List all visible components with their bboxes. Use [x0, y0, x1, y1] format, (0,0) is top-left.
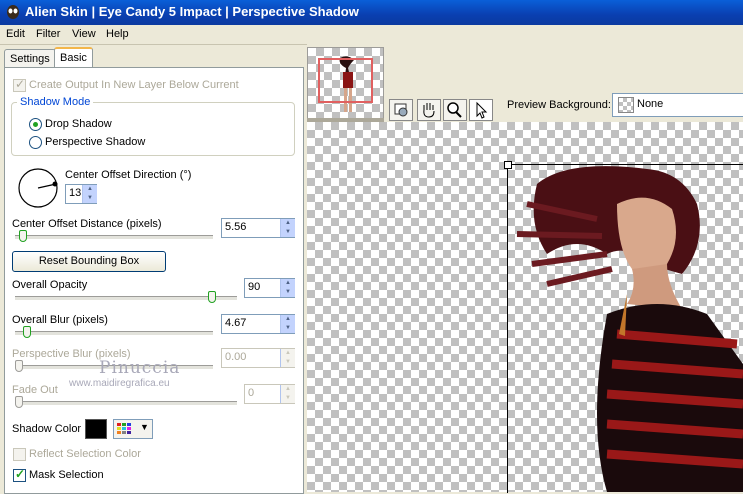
- spin-down-icon[interactable]: ▼: [280, 358, 295, 367]
- spin-down-icon[interactable]: ▼: [82, 194, 97, 203]
- zoom-tool-button[interactable]: [443, 99, 467, 121]
- reset-bounding-box-button[interactable]: Reset Bounding Box: [12, 251, 166, 272]
- overall-blur-slider-track[interactable]: [15, 331, 213, 336]
- overall-blur-input[interactable]: 4.67 ▲ ▼: [221, 314, 295, 334]
- chevron-down-icon: ▼: [140, 422, 149, 432]
- center-offset-direction-input[interactable]: 13 ▲ ▼: [65, 184, 97, 204]
- spin-up-icon[interactable]: ▲: [280, 315, 295, 324]
- mask-selection-checkbox[interactable]: ✓: [13, 467, 26, 482]
- preview-area: Preview Background: None: [307, 44, 743, 493]
- perspective-shadow-label: Perspective Shadow: [45, 136, 146, 148]
- subject-image: [516, 166, 743, 492]
- mask-selection-label: Mask Selection: [29, 469, 104, 481]
- drop-shadow-label: Drop Shadow: [45, 118, 112, 130]
- spin-up-icon[interactable]: ▲: [82, 185, 97, 194]
- menu-bar: Edit Filter View Help: [0, 25, 743, 45]
- reflect-selection-color-label: Reflect Selection Color: [29, 448, 141, 460]
- overall-blur-label: Overall Blur (pixels): [12, 314, 108, 326]
- perspective-shadow-radio[interactable]: [29, 136, 42, 149]
- alien-skin-logo-icon: [7, 5, 19, 19]
- shadow-color-swatch[interactable]: [84, 418, 108, 440]
- overall-opacity-label: Overall Opacity: [12, 279, 88, 291]
- basic-tab-body: ✓ Create Output In New Layer Below Curre…: [4, 67, 304, 494]
- navigator-toggle-button[interactable]: [389, 99, 413, 121]
- fade-out-slider-thumb[interactable]: [15, 396, 23, 408]
- spin-up-icon[interactable]: ▲: [280, 349, 295, 358]
- perspective-blur-slider-thumb[interactable]: [15, 360, 23, 372]
- settings-panel: Settings Basic ✓ Create Output In New La…: [0, 44, 305, 494]
- watermark-signature: Pinuccia: [99, 358, 181, 378]
- spin-up-icon[interactable]: ▲: [280, 219, 295, 228]
- hand-tool-icon: [423, 103, 435, 118]
- shadow-mode-title: Shadow Mode: [17, 96, 94, 108]
- spin-down-icon[interactable]: ▼: [280, 394, 295, 403]
- shadow-color-label: Shadow Color: [12, 423, 82, 435]
- color-picker-dropdown[interactable]: ▼: [113, 419, 153, 439]
- menu-help[interactable]: Help: [106, 28, 129, 40]
- fade-out-input[interactable]: 0 ▲ ▼: [244, 384, 295, 404]
- tab-settings[interactable]: Settings: [4, 49, 56, 68]
- reflect-selection-color-checkbox[interactable]: [13, 448, 26, 461]
- overall-opacity-slider-track[interactable]: [15, 296, 237, 301]
- spin-down-icon[interactable]: ▼: [280, 228, 295, 237]
- menu-filter[interactable]: Filter: [36, 28, 60, 40]
- preview-background-label: Preview Background:: [507, 99, 611, 111]
- zoom-tool-icon: [447, 102, 462, 118]
- fade-out-slider-track[interactable]: [15, 401, 237, 406]
- select-arrow-icon: [476, 101, 488, 119]
- spin-up-icon[interactable]: ▲: [280, 385, 295, 394]
- spin-down-icon[interactable]: ▼: [280, 324, 295, 333]
- watermark-url: www.maidiregrafica.eu: [69, 378, 170, 389]
- navigator-icon: [394, 103, 408, 117]
- overall-opacity-input[interactable]: 90 ▲ ▼: [244, 278, 295, 298]
- menu-edit[interactable]: Edit: [6, 28, 25, 40]
- center-offset-distance-input[interactable]: 5.56 ▲ ▼: [221, 218, 295, 238]
- fade-out-label: Fade Out: [12, 384, 58, 396]
- overall-blur-slider-thumb[interactable]: [22, 326, 31, 338]
- overall-opacity-slider-thumb[interactable]: [207, 291, 216, 303]
- center-offset-distance-slider-track[interactable]: [15, 235, 213, 240]
- tab-basic[interactable]: Basic: [54, 47, 93, 69]
- hand-tool-button[interactable]: [417, 99, 441, 121]
- menu-view[interactable]: View: [72, 28, 96, 40]
- perspective-blur-input[interactable]: 0.00 ▲ ▼: [221, 348, 295, 368]
- navigator-thumbnail[interactable]: [307, 47, 384, 123]
- create-output-checkbox[interactable]: ✓: [13, 77, 26, 92]
- center-offset-distance-slider-thumb[interactable]: [18, 230, 27, 242]
- window-title: Alien Skin | Eye Candy 5 Impact | Perspe…: [25, 4, 359, 19]
- spin-up-icon[interactable]: ▲: [280, 279, 295, 288]
- preview-canvas[interactable]: [307, 122, 743, 493]
- spin-down-icon[interactable]: ▼: [280, 288, 295, 297]
- title-bar: Alien Skin | Eye Candy 5 Impact | Perspe…: [0, 0, 743, 25]
- preview-background-select[interactable]: None: [612, 93, 743, 117]
- select-tool-button[interactable]: [469, 99, 493, 121]
- navigator-viewport-rect[interactable]: [318, 58, 373, 103]
- direction-dial[interactable]: [17, 167, 59, 209]
- drop-shadow-radio[interactable]: [29, 118, 42, 131]
- create-output-label: Create Output In New Layer Below Current: [29, 79, 239, 91]
- transparency-swatch-icon: [618, 97, 634, 113]
- color-grid-icon: [117, 423, 131, 434]
- center-offset-direction-label: Center Offset Direction (°): [65, 169, 192, 181]
- center-offset-distance-label: Center Offset Distance (pixels): [12, 218, 162, 230]
